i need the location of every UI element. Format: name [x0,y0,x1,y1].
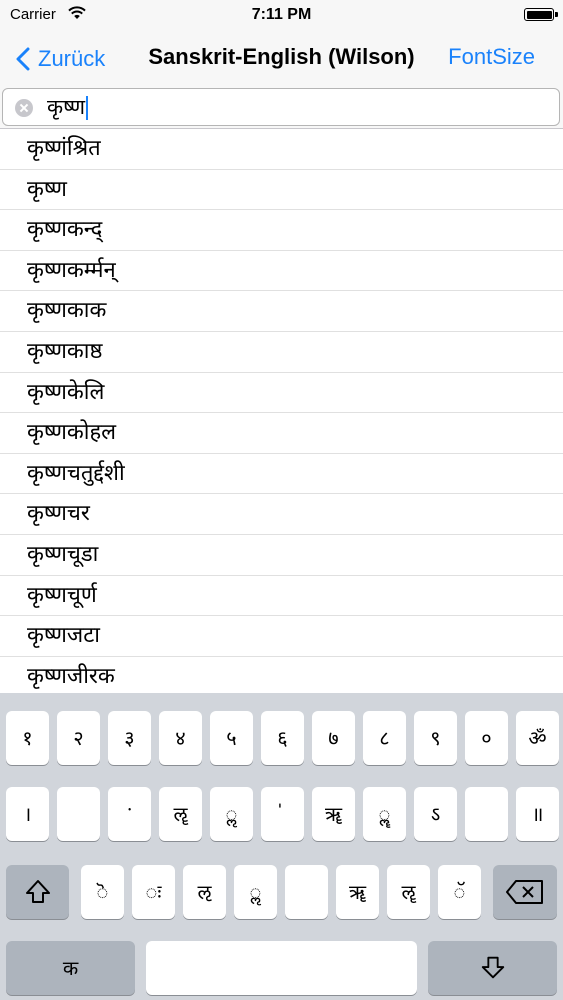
key[interactable]: ऌ [183,865,226,919]
key[interactable]: ॠ [312,787,355,841]
list-item[interactable]: कृष्ण [0,170,563,211]
key-label: ५ [226,726,237,750]
battery-cap [555,12,558,17]
key[interactable]: ॥ [516,787,559,841]
clear-icon[interactable] [15,99,33,117]
key-label: ६ [277,726,288,750]
key-label: ॠ [324,802,343,826]
key-label: ॑ [261,787,304,841]
key-label: १ [22,726,33,750]
key-label: ९ [430,726,441,750]
key-label: ॡ [173,802,188,826]
script-switch-key[interactable]: क [6,941,135,995]
key[interactable]: ७ [312,711,355,765]
key[interactable] [57,787,100,841]
download-icon [481,956,504,979]
download-key[interactable] [428,941,557,995]
list-item[interactable]: कृष्णकर्म्मन् [0,251,563,292]
key[interactable]: ५ [210,711,253,765]
key[interactable]: । [6,787,49,841]
key-label: ऽ [430,802,441,826]
key-label: ३ [124,726,135,750]
key[interactable]: १ [6,711,49,765]
key[interactable]: ३ [108,711,151,765]
backspace-icon [506,880,543,904]
list-item[interactable]: कृष्णचर [0,494,563,535]
key[interactable]: ॢ [210,787,253,841]
navigation-bar: Zurück Sanskrit-English (Wilson) FontSiz… [0,32,563,87]
key[interactable]: ८ [363,711,406,765]
list-item[interactable]: कृष्णंश्रित [0,129,563,170]
battery-icon [524,8,554,21]
key[interactable]: ० [465,711,508,765]
key[interactable]: ॅ [438,865,481,919]
back-button[interactable]: Zurück [16,44,105,74]
list-item[interactable]: कृष्णजटा [0,616,563,657]
key[interactable]: ॡ [159,787,202,841]
key-label: ॐ [528,726,547,750]
text-caret [86,96,89,120]
chevron-left-icon [16,47,30,71]
delete-key[interactable] [493,865,557,919]
search-input[interactable]: कृष्ण [2,88,560,126]
key-label: ॢ [225,802,238,826]
key-label: ॡ [401,880,416,904]
key-label: ः [145,880,162,904]
key[interactable]: ॡ [387,865,430,919]
script-switch-key-label: क [62,956,79,980]
list-item[interactable]: कृष्णकाष्ठ [0,332,563,373]
key[interactable] [465,787,508,841]
list-item[interactable]: कृष्णचूडा [0,535,563,576]
list-item[interactable]: कृष्णचतुर्द्दशी [0,454,563,495]
status-bar: Carrier 7:11 PM [0,0,563,32]
list-item[interactable]: कृष्णकोहल [0,413,563,454]
key-label: ऌ [197,880,212,904]
key[interactable]: ॱ [108,787,151,841]
list-item[interactable]: कृष्णकन्द् [0,210,563,251]
shift-icon [25,880,50,903]
key-label: ४ [175,726,186,750]
key[interactable]: ः [132,865,175,919]
list-item[interactable]: कृष्णजीरक [0,657,563,694]
search-value: कृष्ण [47,93,89,121]
key-label: २ [73,726,84,750]
key[interactable]: ॣ [363,787,406,841]
key[interactable]: ऽ [414,787,457,841]
key-label: ७ [328,726,339,750]
key-label: । [23,802,32,826]
key-label: ॥ [531,802,544,826]
key[interactable]: ॐ [516,711,559,765]
key[interactable]: २ [57,711,100,765]
search-text: कृष्ण [47,95,86,119]
key-label: ॱ [126,802,133,826]
key[interactable]: ॠ [336,865,379,919]
key[interactable]: ४ [159,711,202,765]
shift-key[interactable] [6,865,69,919]
back-label: Zurück [38,46,106,71]
key[interactable]: ॢ [234,865,277,919]
key[interactable]: ॑ [261,787,304,841]
key[interactable]: ९ [414,711,457,765]
key-label: ॆ [96,880,109,904]
key-label: ॅ [453,880,466,904]
list-item[interactable]: कृष्णकाक [0,291,563,332]
space-key[interactable] [146,941,417,995]
key[interactable]: ॆ [81,865,124,919]
list-item[interactable]: कृष्णकेलि [0,373,563,414]
key[interactable]: ६ [261,711,304,765]
font-size-button[interactable]: FontSize [448,44,535,70]
clock: 7:11 PM [251,6,312,23]
search-bar: कृष्ण [0,87,563,129]
key-label: ० [481,726,492,750]
key-label: ॣ [378,802,391,826]
list-item[interactable]: कृष्णचूर्ण [0,576,563,617]
key-label: ॠ [348,880,367,904]
results-list: कृष्णंश्रित कृष्ण कृष्णकन्द् कृष्णकर्म्मन् क… [0,129,563,694]
devanagari-keyboard: १ २ ३ ४ ५ ६ ७ ८ ९ ० ॐ । ॱ ॡॢ॑ ॠॣ ऽ ॥ॆः ऌॢ ॠ ॡॅ क [0,693,563,1000]
key[interactable] [285,865,328,919]
key-label: ८ [379,726,390,750]
key-label: ॢ [249,880,262,904]
